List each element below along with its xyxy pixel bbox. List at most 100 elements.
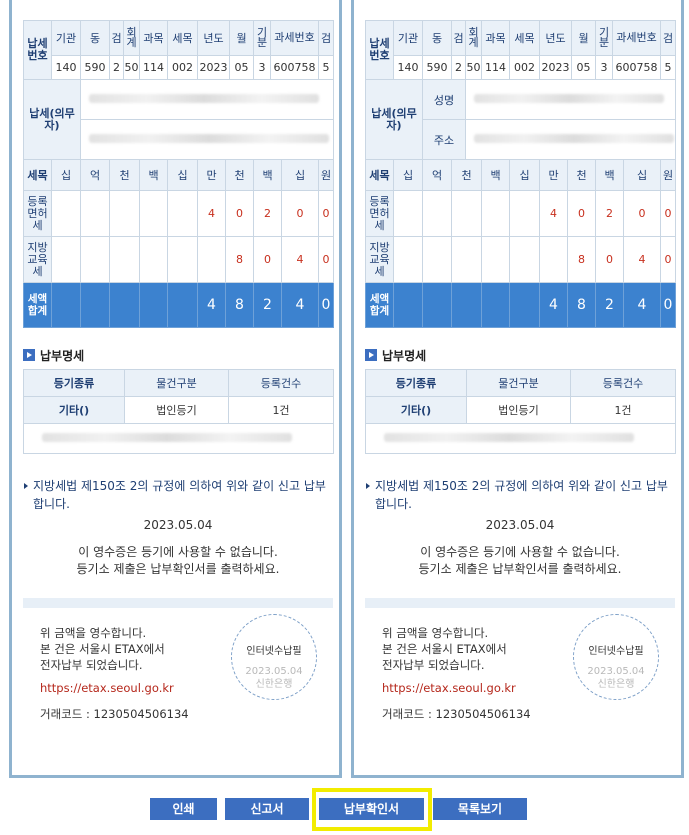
payment-stamp: 인터넷수납필 2023.05.04 신한은행 <box>573 614 659 700</box>
unit-cell: 십 <box>622 159 662 191</box>
detail-address-redacted <box>23 423 334 454</box>
digit-cell <box>139 236 168 283</box>
stamp-bank: 신한은행 <box>255 679 293 690</box>
transaction-code: 거래코드 : 1230504506134 <box>382 707 531 721</box>
unit-cell: 백 <box>481 159 510 191</box>
value-cell: 600758 <box>611 55 662 80</box>
value-cell: 114 <box>481 55 510 80</box>
detail-cell: 기타() <box>365 396 467 424</box>
warning-line: 이 영수증은 등기에 사용할 수 없습니다. <box>420 545 620 559</box>
detail-header: 등기종류 <box>23 369 125 397</box>
warning-line: 등기소 제출은 납부확인서를 출력하세요. <box>418 562 622 576</box>
digit-cell <box>51 190 81 237</box>
stamp-title: 인터넷수납필 <box>588 646 644 657</box>
receipt-line: 위 금액을 영수합니다. <box>40 626 147 640</box>
receipt-panel-left: 납세번호 기관 동 검 회계 과목 세목 년도 월 기분 과세번호 검 140 … <box>9 0 342 778</box>
total-digit <box>51 282 81 328</box>
tax-item-label: 등록면허세 <box>365 190 394 237</box>
payment-detail-title: 납부명세 <box>23 347 84 363</box>
header-cell: 세목 <box>167 20 198 56</box>
detail-cell: 기타() <box>23 396 125 424</box>
detail-cell: 법인등기 <box>466 396 571 424</box>
unit-cell: 천 <box>567 159 596 191</box>
unit-cell: 만 <box>197 159 226 191</box>
value-cell: 3 <box>595 55 613 80</box>
digit-cell <box>451 236 482 283</box>
unit-cell: 천 <box>109 159 140 191</box>
value-cell: 2023 <box>197 55 230 80</box>
header-cell: 검 <box>109 20 124 56</box>
arrow-box-icon <box>23 349 35 361</box>
total-digit <box>451 282 482 328</box>
value-cell: 002 <box>509 55 540 80</box>
digit-cell: 4 <box>539 190 568 237</box>
digit-cell: 2 <box>595 190 624 237</box>
unit-cell: 억 <box>80 159 110 191</box>
value-cell: 50 <box>465 55 482 80</box>
unit-cell: 십 <box>51 159 81 191</box>
detail-cell: 1건 <box>570 396 676 424</box>
digit-cell <box>51 236 81 283</box>
highlight-box <box>312 788 432 831</box>
detail-header: 물건구분 <box>466 369 571 397</box>
total-digit: 4 <box>622 282 662 328</box>
total-digit <box>393 282 423 328</box>
stamp-title: 인터넷수납필 <box>246 646 302 657</box>
total-digit: 2 <box>595 282 624 328</box>
value-cell: 5 <box>660 55 677 80</box>
unit-cell: 십 <box>167 159 198 191</box>
total-label: 세액합계 <box>23 282 52 328</box>
total-digit: 0 <box>318 282 335 328</box>
tax-item-label: 지방교육세 <box>365 236 394 283</box>
total-digit: 0 <box>660 282 677 328</box>
digit-cell <box>509 190 540 237</box>
digit-cell <box>539 236 568 283</box>
header-cell: 동 <box>422 20 452 56</box>
total-label: 세액합계 <box>365 282 394 328</box>
units-label: 세목 <box>23 159 52 191</box>
payment-detail-table: 등기종류 물건구분 등록건수 기타() 법인등기 1건 <box>23 369 334 454</box>
legal-note: 지방세법 제150조 2의 규정에 의하여 위와 같이 신고 납부합니다. <box>23 477 333 513</box>
unit-cell: 만 <box>539 159 568 191</box>
header-cell: 기분 <box>253 20 271 56</box>
header-cell: 세목 <box>509 20 540 56</box>
report-button[interactable]: 신고서 <box>225 798 309 820</box>
payment-stamp: 인터넷수납필 2023.05.04 신한은행 <box>231 614 317 700</box>
detail-address-redacted <box>365 423 676 454</box>
digit-cell <box>167 190 198 237</box>
value-cell: 590 <box>80 55 110 80</box>
header-cell: 회계 <box>123 20 140 56</box>
digit-cell: 0 <box>318 236 335 283</box>
print-button[interactable]: 인쇄 <box>150 798 217 820</box>
unit-cell: 천 <box>225 159 254 191</box>
digit-cell <box>422 190 452 237</box>
taxpayer-name-redacted <box>79 79 335 120</box>
digit-cell <box>393 236 423 283</box>
tax-number-label: 납세번호 <box>365 20 394 80</box>
total-digit: 4 <box>197 282 226 328</box>
list-button[interactable]: 목록보기 <box>433 798 527 820</box>
header-cell: 기분 <box>595 20 613 56</box>
etax-link[interactable]: https://etax.seoul.go.kr <box>382 680 582 696</box>
digit-cell <box>422 236 452 283</box>
total-digit <box>80 282 110 328</box>
payment-date: 2023.05.04 <box>485 518 555 532</box>
header-cell: 과목 <box>139 20 168 56</box>
digit-cell <box>109 190 140 237</box>
digit-cell: 4 <box>197 190 226 237</box>
address-label: 주소 <box>422 119 466 160</box>
digit-cell: 4 <box>280 236 320 283</box>
etax-link[interactable]: https://etax.seoul.go.kr <box>40 680 240 696</box>
value-cell: 600758 <box>269 55 320 80</box>
unit-cell: 십 <box>509 159 540 191</box>
unit-cell: 백 <box>595 159 624 191</box>
unit-cell: 천 <box>451 159 482 191</box>
digit-cell <box>80 236 110 283</box>
detail-header: 등기종류 <box>365 369 467 397</box>
receipt-text: 위 금액을 영수합니다. 본 건은 서울시 ETAX에서 전자납부 되었습니다.… <box>40 625 240 722</box>
name-label: 성명 <box>422 79 466 120</box>
unit-cell: 십 <box>280 159 320 191</box>
tax-number-label: 납세번호 <box>23 20 52 80</box>
header-cell: 기관 <box>51 20 81 56</box>
unit-cell: 원 <box>318 159 335 191</box>
